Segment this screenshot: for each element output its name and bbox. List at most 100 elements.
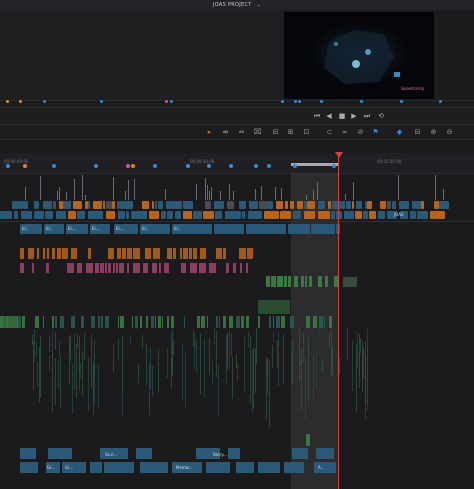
clip[interactable] bbox=[417, 211, 428, 219]
clip[interactable] bbox=[152, 201, 154, 209]
clip-sliver[interactable] bbox=[66, 192, 67, 200]
scrub-marker[interactable] bbox=[165, 100, 168, 103]
clip[interactable] bbox=[43, 201, 52, 209]
clip[interactable] bbox=[273, 316, 274, 328]
clip-sliver[interactable] bbox=[211, 187, 212, 200]
clip[interactable] bbox=[55, 316, 57, 328]
clip[interactable] bbox=[91, 316, 95, 328]
clip-sliver[interactable] bbox=[233, 191, 234, 200]
clip-sliver[interactable] bbox=[196, 184, 197, 200]
clip[interactable] bbox=[167, 248, 172, 259]
clip-sliver[interactable] bbox=[435, 175, 436, 200]
clip[interactable] bbox=[20, 263, 24, 273]
clip[interactable] bbox=[142, 201, 149, 209]
clip-sliver[interactable] bbox=[165, 189, 166, 200]
clip[interactable] bbox=[52, 248, 55, 259]
scrub-marker[interactable] bbox=[400, 100, 403, 103]
clip[interactable] bbox=[86, 263, 93, 273]
clip[interactable] bbox=[367, 201, 372, 209]
clip[interactable] bbox=[369, 211, 376, 219]
clip[interactable] bbox=[151, 316, 154, 328]
clip-sliver[interactable] bbox=[59, 187, 60, 200]
clip[interactable] bbox=[116, 263, 118, 273]
snapping-icon[interactable]: ⊂ bbox=[325, 128, 334, 136]
clip[interactable] bbox=[226, 263, 229, 273]
clip[interactable] bbox=[167, 316, 169, 328]
clip-sliver[interactable] bbox=[317, 182, 318, 200]
clip[interactable] bbox=[325, 276, 328, 287]
timeline-marker[interactable] bbox=[23, 164, 27, 168]
clip[interactable] bbox=[309, 276, 312, 287]
clip[interactable] bbox=[32, 263, 34, 273]
scrub-marker[interactable] bbox=[320, 100, 323, 103]
clip[interactable] bbox=[105, 316, 109, 328]
clip[interactable] bbox=[378, 211, 385, 219]
video-clip[interactable]: El... bbox=[114, 224, 138, 234]
clip[interactable] bbox=[127, 263, 129, 273]
loop-button[interactable]: ⟲ bbox=[377, 112, 385, 120]
clip[interactable] bbox=[93, 201, 102, 209]
insert-clip-icon[interactable]: ⊟ bbox=[271, 128, 280, 136]
clip[interactable] bbox=[132, 316, 133, 328]
clip[interactable] bbox=[131, 211, 147, 219]
clip[interactable] bbox=[88, 211, 103, 219]
clip[interactable] bbox=[316, 448, 334, 459]
clip[interactable] bbox=[118, 316, 119, 328]
clip[interactable] bbox=[214, 201, 224, 209]
clip[interactable] bbox=[118, 211, 125, 219]
clip[interactable] bbox=[62, 248, 68, 259]
clip[interactable] bbox=[305, 276, 307, 287]
clip[interactable] bbox=[20, 448, 36, 459]
clip[interactable] bbox=[103, 201, 105, 209]
clip[interactable] bbox=[197, 316, 200, 328]
scrub-marker[interactable] bbox=[100, 100, 103, 103]
video-clip[interactable] bbox=[311, 224, 335, 234]
overwrite-clip-icon[interactable]: ⊞ bbox=[286, 128, 295, 136]
clip[interactable] bbox=[216, 248, 222, 259]
clip[interactable] bbox=[158, 316, 161, 328]
clip[interactable] bbox=[344, 211, 354, 219]
clip[interactable] bbox=[258, 462, 280, 473]
clip[interactable] bbox=[43, 316, 44, 328]
clip[interactable] bbox=[48, 448, 72, 459]
clip[interactable] bbox=[153, 248, 160, 259]
clip[interactable] bbox=[127, 248, 132, 259]
clip[interactable] bbox=[331, 211, 335, 219]
clip[interactable] bbox=[12, 201, 19, 209]
clip[interactable] bbox=[313, 316, 317, 328]
video-clip[interactable]: El... bbox=[90, 224, 110, 234]
clip[interactable] bbox=[329, 316, 332, 328]
clip[interactable] bbox=[246, 316, 249, 328]
clip[interactable] bbox=[225, 211, 241, 219]
clip[interactable] bbox=[319, 316, 323, 328]
clip-sliver[interactable] bbox=[306, 195, 307, 200]
clip[interactable] bbox=[223, 316, 226, 328]
clip[interactable] bbox=[161, 211, 166, 219]
clip-sliver[interactable] bbox=[281, 188, 282, 200]
clip[interactable] bbox=[199, 263, 206, 273]
scrub-marker[interactable] bbox=[439, 100, 442, 103]
clip-sliver[interactable] bbox=[345, 194, 346, 200]
video-clip[interactable] bbox=[214, 224, 244, 234]
clip[interactable] bbox=[207, 316, 208, 328]
clip[interactable] bbox=[258, 316, 260, 328]
clip-sliver[interactable] bbox=[85, 195, 86, 200]
clip-sliver[interactable] bbox=[229, 184, 230, 200]
clip-sliver[interactable] bbox=[134, 179, 135, 200]
clip[interactable] bbox=[276, 201, 283, 209]
clip[interactable] bbox=[246, 263, 248, 273]
timeline-area[interactable] bbox=[0, 140, 474, 489]
clip[interactable] bbox=[249, 201, 258, 209]
clip[interactable] bbox=[122, 248, 126, 259]
clip[interactable] bbox=[306, 434, 310, 446]
clip-sliver[interactable] bbox=[275, 187, 276, 200]
clip[interactable] bbox=[140, 316, 142, 328]
clip[interactable] bbox=[332, 201, 342, 209]
clip[interactable] bbox=[346, 201, 351, 209]
clip-sliver[interactable] bbox=[255, 189, 256, 200]
clip[interactable] bbox=[248, 211, 262, 219]
timeline-marker[interactable] bbox=[94, 164, 98, 168]
clip[interactable] bbox=[98, 316, 100, 328]
clip[interactable] bbox=[410, 211, 416, 219]
clip[interactable] bbox=[439, 201, 449, 209]
